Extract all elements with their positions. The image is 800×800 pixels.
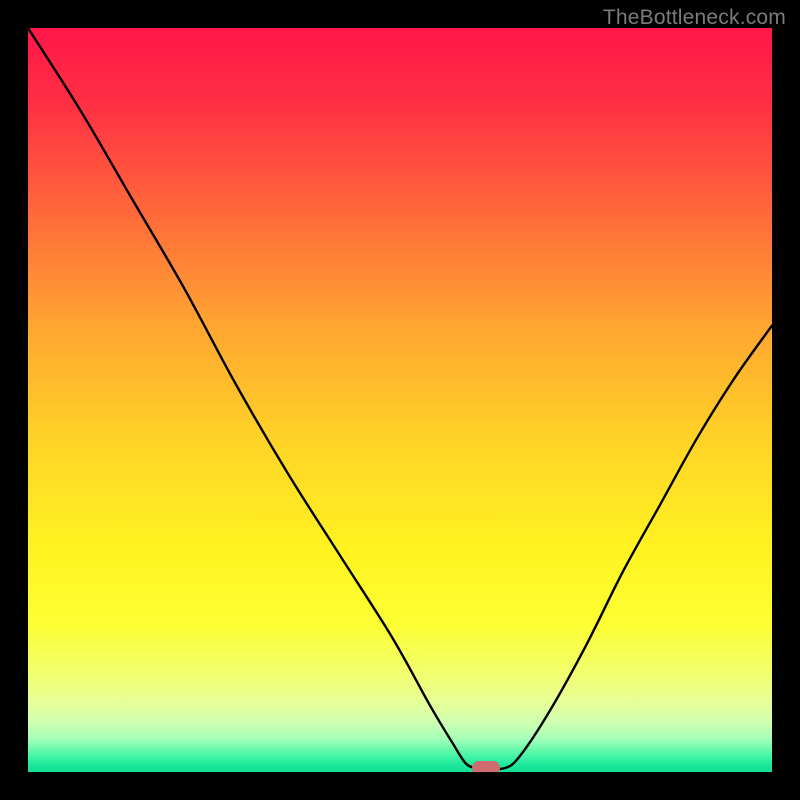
plot-area xyxy=(28,28,772,772)
optimal-point-marker xyxy=(472,761,500,772)
watermark-text: TheBottleneck.com xyxy=(603,6,786,30)
bottleneck-curve xyxy=(28,28,772,772)
chart-frame: TheBottleneck.com xyxy=(0,0,800,800)
